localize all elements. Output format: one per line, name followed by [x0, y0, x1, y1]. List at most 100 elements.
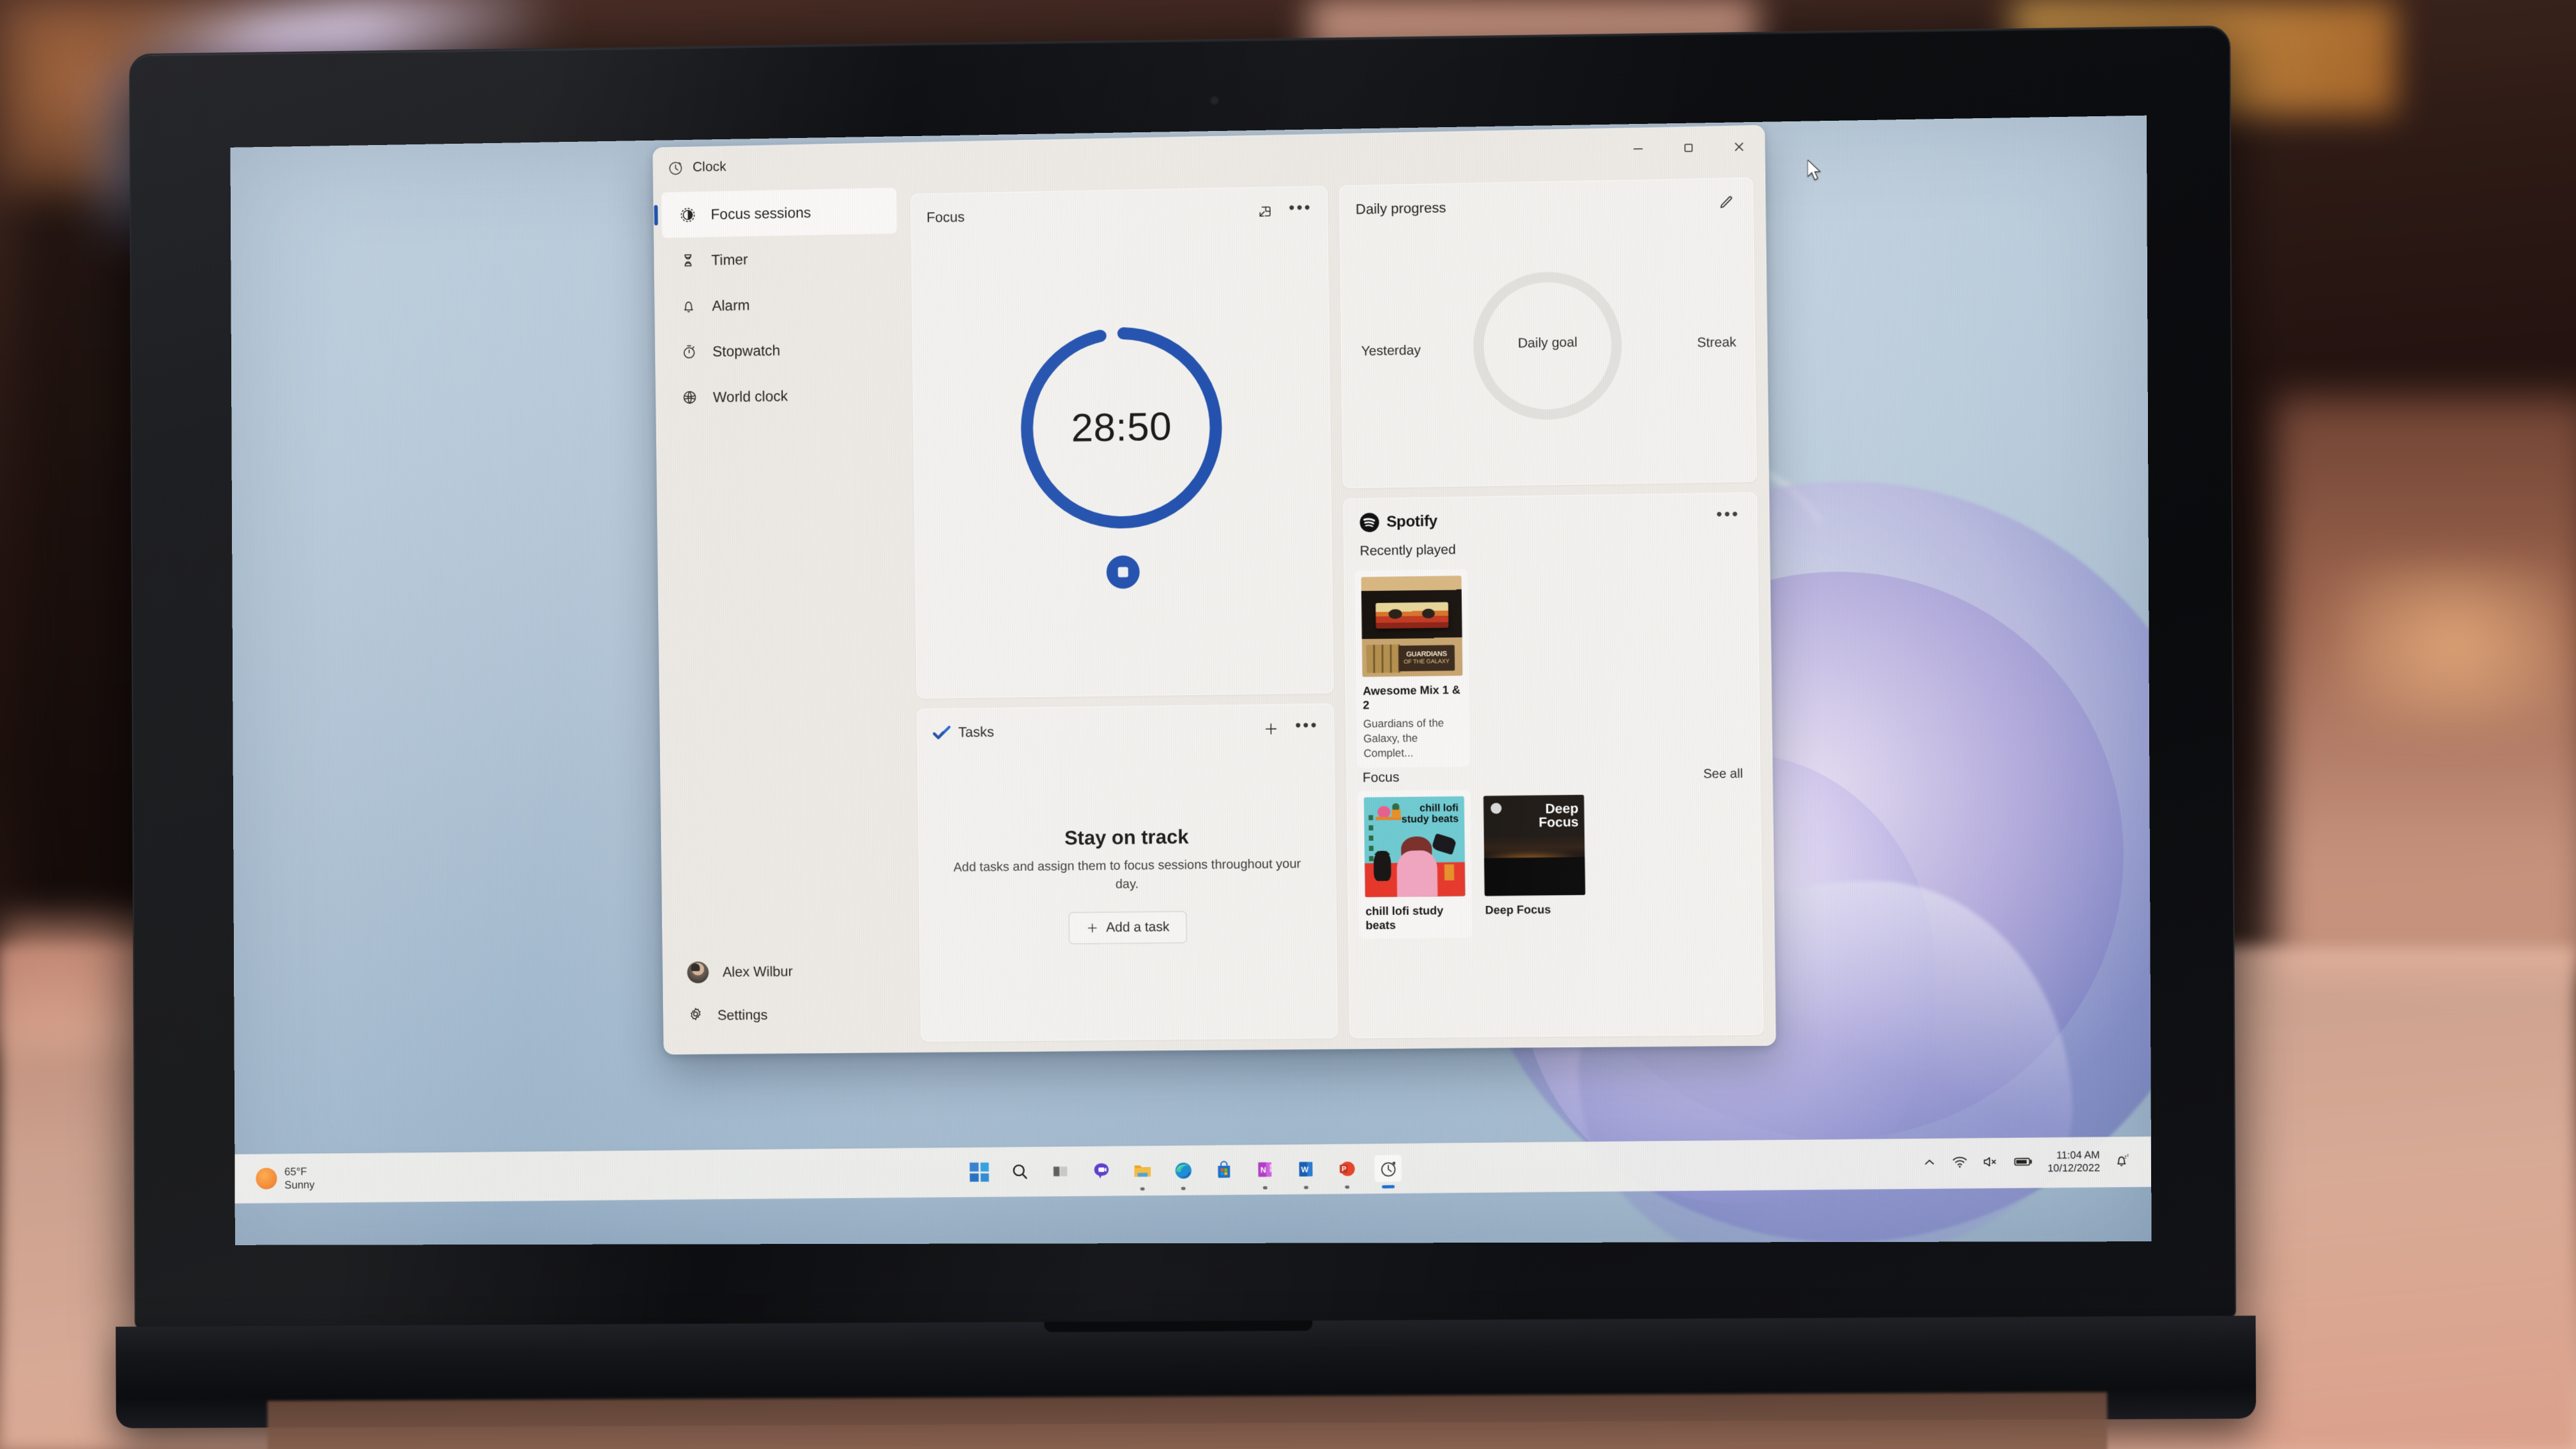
svg-text:z: z [2127, 1153, 2129, 1157]
avatar [687, 962, 709, 983]
taskbar: 65°F Sunny N W P 11:04 AM 10/12/2022 z z [234, 1137, 2151, 1204]
spotify-more-options-icon[interactable]: ••• [1713, 505, 1742, 530]
onenote-icon: N [1255, 1160, 1275, 1179]
sun-icon [256, 1168, 277, 1190]
weather-condition: Sunny [284, 1179, 314, 1191]
daily-progress-body: Yesterday Daily goal Streak [1340, 214, 1756, 487]
playlist-name: Deep Focus [1485, 903, 1586, 917]
chevron-up-icon[interactable] [1922, 1154, 1938, 1174]
stop-icon [1118, 567, 1128, 577]
do-not-disturb-bell-icon[interactable]: z z [2114, 1152, 2131, 1172]
svg-text:P: P [1342, 1165, 1347, 1173]
yesterday-label: Yesterday [1361, 343, 1420, 360]
teams-chat-icon [1092, 1162, 1111, 1181]
file-explorer-icon [1133, 1161, 1153, 1181]
plus-icon [1085, 921, 1098, 934]
focus-sessions-icon [678, 206, 697, 223]
focus-timer-value: 28:50 [1009, 314, 1234, 540]
clock-app-window[interactable]: Clock Focus sessions Timer Alarm Stopwat… [653, 125, 1776, 1055]
focus-card-title: Focus [926, 209, 965, 226]
pencil-icon[interactable] [1711, 190, 1740, 215]
close-icon [1732, 139, 1747, 154]
see-all-link[interactable]: See all [1703, 767, 1743, 782]
sidebar-item-settings[interactable]: Settings [671, 992, 907, 1038]
maximize-button[interactable] [1663, 126, 1714, 169]
taskbar-item-task-view[interactable] [1048, 1158, 1075, 1184]
taskbar-item-edge[interactable] [1170, 1157, 1197, 1184]
edge-icon [1174, 1160, 1193, 1180]
list-item[interactable]: Deep Focus Deep Focus [1477, 788, 1592, 938]
running-indicator [1346, 1186, 1350, 1189]
compact-view-icon[interactable] [1250, 199, 1279, 224]
photo-scene: Clock Focus sessions Timer Alarm Stopwat… [0, 0, 2576, 1449]
content-area: Focus ••• 28:50 Tasks ••• Stay on track … [904, 167, 1775, 1052]
word-icon: W [1296, 1160, 1315, 1179]
taskbar-apps: N W P [459, 1150, 1922, 1190]
svg-text:N: N [1261, 1165, 1266, 1174]
spotify-brand-name: Spotify [1386, 512, 1438, 531]
focus-progress-ring: 28:50 [1009, 314, 1234, 540]
maximize-icon [1682, 141, 1696, 155]
taskbar-item-clock[interactable] [1375, 1155, 1402, 1182]
minimize-button[interactable] [1613, 128, 1664, 170]
running-indicator [1263, 1186, 1268, 1190]
spotify-card: Spotify ••• Recently played GUARDIANS OF… [1343, 492, 1763, 1038]
stop-session-button[interactable] [1107, 555, 1140, 589]
window-controls[interactable] [1613, 126, 1765, 170]
clock-tray[interactable]: 11:04 AM 10/12/2022 [2048, 1149, 2100, 1176]
sidebar-footer: Alex Wilbur Settings [663, 949, 915, 1054]
bell-icon [679, 298, 698, 314]
sidebar-item-label: World clock [713, 387, 788, 406]
sidebar-item-world-clock[interactable]: World clock [664, 371, 900, 421]
add-task-icon[interactable] [1257, 717, 1285, 742]
battery-icon[interactable] [2014, 1154, 2034, 1171]
daily-progress-title: Daily progress [1356, 199, 1446, 218]
taskbar-item-onenote[interactable]: N [1252, 1156, 1279, 1183]
task-view-icon [1052, 1162, 1071, 1181]
list-item[interactable]: chill lofi study beats chill lofi study b… [1358, 790, 1473, 939]
album-description: Guardians of the Galaxy, the Complet... [1363, 716, 1464, 762]
add-a-task-button[interactable]: Add a task [1068, 911, 1187, 944]
taskbar-item-store[interactable] [1211, 1156, 1238, 1183]
taskbar-item-chat[interactable] [1088, 1158, 1115, 1184]
nav-list: Focus sessions Timer Alarm Stopwatch Wor… [654, 188, 907, 421]
laptop-screen: Clock Focus sessions Timer Alarm Stopwat… [230, 116, 2151, 1245]
settings-label: Settings [717, 1007, 768, 1024]
active-indicator [1382, 1185, 1395, 1188]
close-button[interactable] [1713, 126, 1765, 168]
tasks-card: Tasks ••• Stay on track Add tasks and as… [917, 704, 1338, 1042]
taskbar-item-start[interactable] [966, 1159, 993, 1186]
account-name: Alex Wilbur [723, 963, 793, 981]
list-item[interactable]: GUARDIANS OF THE GALAXY Awesome Mix 1 & 2… [1355, 569, 1471, 768]
taskbar-item-file-explorer[interactable] [1129, 1157, 1156, 1184]
clock-icon [667, 160, 684, 176]
gear-icon [687, 1006, 703, 1025]
add-a-task-label: Add a task [1106, 919, 1169, 935]
sidebar-item-focus-sessions[interactable]: Focus sessions [661, 188, 897, 238]
globe-icon [680, 389, 700, 406]
sidebar-item-stopwatch[interactable]: Stopwatch [663, 325, 899, 375]
focus-body: 28:50 [912, 222, 1333, 698]
sidebar-item-alarm[interactable]: Alarm [663, 279, 898, 329]
weather-temperature: 65°F [284, 1165, 307, 1177]
taskbar-item-word[interactable]: W [1292, 1156, 1320, 1183]
weather-text: 65°F Sunny [284, 1165, 314, 1192]
sidebar-item-timer[interactable]: Timer [662, 234, 898, 284]
taskbar-item-powerpoint[interactable]: P [1333, 1155, 1361, 1182]
tasks-more-options-icon[interactable]: ••• [1292, 716, 1321, 741]
focus-playlists-list: chill lofi study beats chill lofi study b… [1347, 781, 1762, 939]
streak-label: Streak [1697, 335, 1736, 351]
wifi-icon[interactable] [1951, 1154, 1968, 1174]
account-row[interactable]: Alex Wilbur [671, 949, 907, 994]
taskbar-item-search[interactable] [1007, 1158, 1034, 1185]
sidebar-item-label: Stopwatch [712, 342, 780, 360]
focus-more-options-icon[interactable]: ••• [1286, 198, 1315, 223]
weather-widget[interactable]: 65°F Sunny [234, 1163, 459, 1192]
background-glow-right [2338, 562, 2568, 728]
search-icon [1011, 1162, 1030, 1181]
running-indicator [1181, 1187, 1186, 1190]
volume-muted-icon[interactable] [1982, 1154, 1999, 1173]
laptop: Clock Focus sessions Timer Alarm Stopwat… [98, 8, 2276, 1449]
tasks-empty-body: Add tasks and assign them to focus sessi… [949, 855, 1307, 896]
chill-lofi-art: chill lofi study beats [1364, 796, 1466, 897]
